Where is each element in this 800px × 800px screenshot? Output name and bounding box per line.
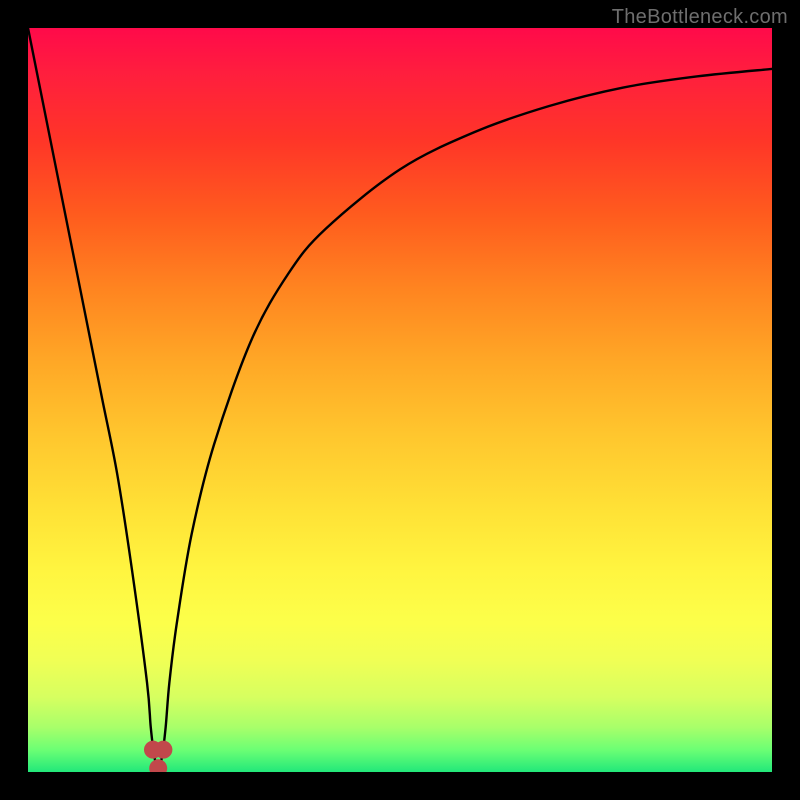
watermark-text: TheBottleneck.com xyxy=(612,6,788,29)
chart-background-gradient xyxy=(28,28,772,772)
chart-frame: TheBottleneck.com xyxy=(0,0,800,800)
